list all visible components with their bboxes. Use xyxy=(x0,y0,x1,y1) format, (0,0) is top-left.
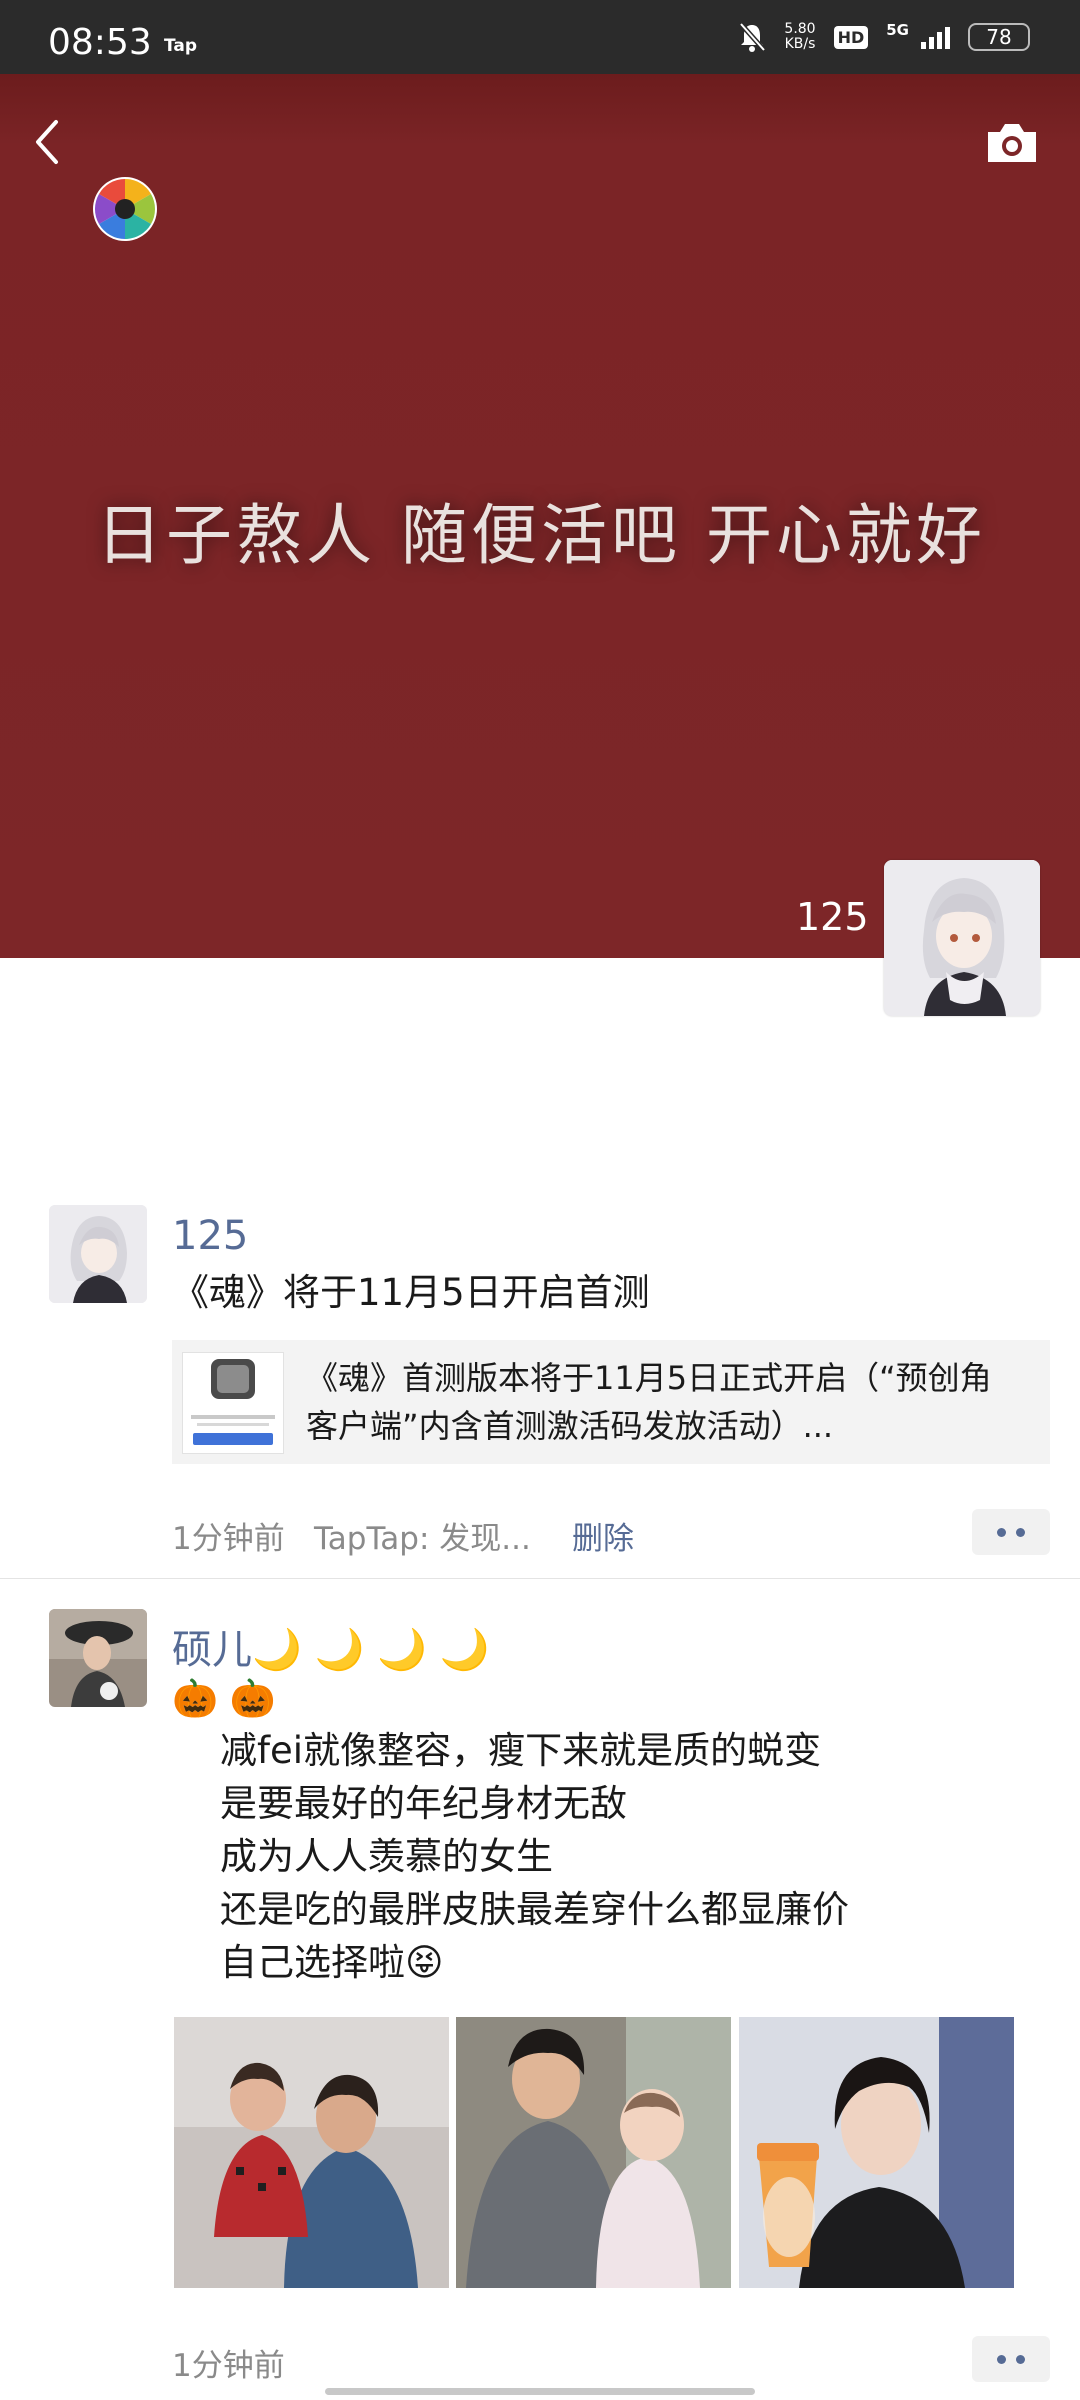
post-avatar[interactable] xyxy=(49,1609,147,1707)
post-text: 减fei就像整容，瘦下来就是质的蜕变 是要最好的年纪身材无敌 成为人人羡慕的女生… xyxy=(220,1729,849,1984)
post-time: 1分钟前 xyxy=(172,1521,285,1557)
signal-icon xyxy=(921,25,950,49)
more-button[interactable] xyxy=(972,2336,1050,2382)
battery-icon: 78 xyxy=(968,23,1030,51)
link-title: 《魂》首测版本将于11月5日正式开启（“预创角 客户端”内含首测激活码发放活动）… xyxy=(306,1359,992,1445)
hd-badge: HD xyxy=(833,25,869,49)
post-author-name[interactable]: 硕儿🌙 🌙 🌙 🌙 xyxy=(172,1617,489,1675)
tap-app-badge: Tap xyxy=(164,36,198,56)
post-photo-3[interactable] xyxy=(739,2017,1014,2288)
battery-level: 78 xyxy=(986,25,1012,49)
dot-icon xyxy=(997,2354,1006,2364)
post-divider xyxy=(0,1578,1080,1579)
shared-link-card[interactable]: 《魂》首测版本将于11月5日正式开启（“预创角 客户端”内含首测激活码发放活动）… xyxy=(172,1340,1050,1464)
network-speed-value: 5.80 xyxy=(784,21,816,37)
home-indicator[interactable] xyxy=(325,2388,755,2395)
anime-avatar-illustration xyxy=(884,860,1040,1016)
status-time: 08:53 xyxy=(48,22,152,63)
network-type: 5G xyxy=(886,21,909,39)
cover-text: 日子熬人 随便活吧 开心就好 xyxy=(96,497,986,574)
network-speed: 5.80 KB/s xyxy=(784,22,815,52)
network-speed-unit: KB/s xyxy=(784,36,816,52)
status-icons: 5.80 KB/s HD 5G 78 xyxy=(738,16,1030,58)
status-bar: 08:53 Tap 5.80 KB/s HD 5G 78 xyxy=(0,0,1080,74)
post-avatar[interactable] xyxy=(49,1205,147,1303)
post-text: 《魂》将于11月5日开启首测 xyxy=(172,1271,650,1314)
link-thumbnail xyxy=(182,1352,284,1454)
dot-icon xyxy=(997,1527,1006,1537)
cover-user-name[interactable]: 125 xyxy=(796,895,869,939)
camera-icon[interactable] xyxy=(984,120,1040,166)
anime-avatar-illustration xyxy=(49,1205,147,1303)
dot-icon xyxy=(1016,2354,1025,2364)
post-photo-2[interactable] xyxy=(456,2017,731,2288)
more-button[interactable] xyxy=(972,1509,1050,1555)
post-author-name[interactable]: 125 xyxy=(172,1213,248,1259)
back-icon[interactable] xyxy=(28,112,68,172)
cover-avatar[interactable] xyxy=(884,860,1040,1016)
lens-icon[interactable] xyxy=(92,176,158,242)
user-photo-avatar xyxy=(49,1609,147,1707)
dot-icon xyxy=(1016,1527,1025,1537)
post-photo-1[interactable] xyxy=(174,2017,449,2288)
cover-image[interactable]: 日子熬人 随便活吧 开心就好 xyxy=(0,74,1080,958)
delete-button[interactable]: 删除 xyxy=(572,1513,634,1558)
post-time: 1分钟前 xyxy=(172,2348,285,2384)
post-source[interactable]: TapTap: 发现... xyxy=(314,1513,531,1558)
post-emoji-line: 🎃 🎃 xyxy=(172,1677,276,1720)
mute-bell-icon xyxy=(739,22,767,52)
